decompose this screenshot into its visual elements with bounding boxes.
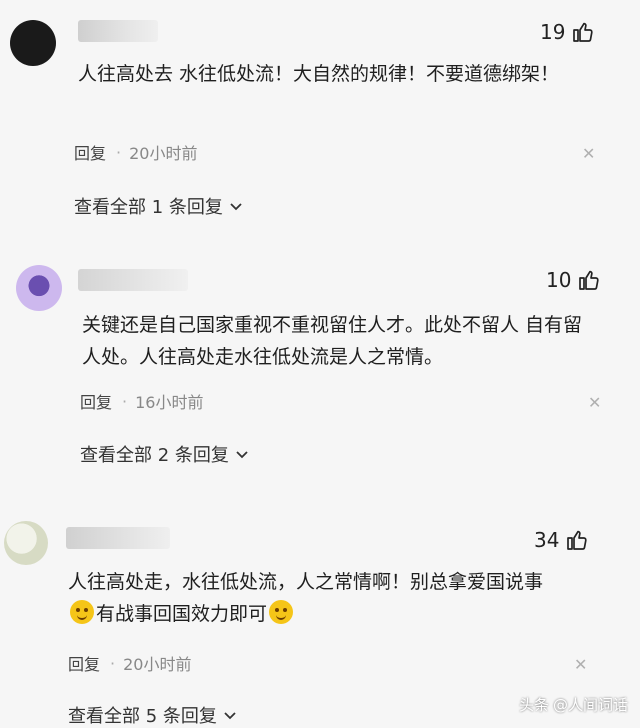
comment-text-line2: 有战事回国效力即可: [96, 603, 268, 625]
timestamp: 20小时前: [123, 655, 192, 674]
username-blurred[interactable]: [78, 20, 158, 42]
comment-meta: 回复 · 16小时前: [80, 389, 203, 413]
separator-dot: ·: [110, 653, 116, 673]
separator-dot: ·: [122, 391, 128, 411]
close-icon[interactable]: ✕: [582, 144, 595, 163]
view-all-replies-button[interactable]: 查看全部 2 条回复: [80, 441, 249, 467]
view-all-label: 查看全部 1 条回复: [74, 197, 223, 218]
chevron-down-icon: [224, 712, 236, 720]
comment-text: 关键还是自己国家重视不重视留住人才。此处不留人 自有留人处。人往高处走水往低处流…: [82, 314, 583, 368]
comment-item: 19 人往高处去 水往低处流！大自然的规律！不要道德绑架！ 回复 · 20小时前…: [0, 0, 640, 240]
watermark: 头条 @人间词话: [519, 694, 628, 715]
comment-meta: 回复 · 20小时前: [74, 140, 197, 164]
reply-button[interactable]: 回复: [80, 389, 112, 413]
comment-text-line: 人往高处走，水往低处流，人之常情啊！别总拿爱国说事: [68, 571, 544, 593]
timestamp: 16小时前: [135, 393, 204, 412]
comment-text-line-2: 有战事回国效力即可: [68, 598, 608, 630]
chevron-down-icon: [230, 203, 242, 211]
watermark-handle: @人间词话: [552, 696, 628, 714]
like-count: 10: [546, 268, 572, 292]
avatar[interactable]: [4, 521, 48, 565]
like-count: 19: [540, 20, 566, 44]
avatar[interactable]: [10, 20, 56, 66]
reply-button[interactable]: 回复: [74, 140, 106, 164]
thumbs-up-icon: [579, 270, 600, 290]
timestamp: 20小时前: [129, 144, 198, 163]
comment-text: 人往高处去 水往低处流！大自然的规律！不要道德绑架！: [78, 63, 560, 85]
like-button[interactable]: 10: [546, 268, 601, 292]
view-all-label: 查看全部 2 条回复: [80, 445, 229, 466]
view-all-replies-button[interactable]: 查看全部 1 条回复: [74, 193, 243, 219]
view-all-replies-button[interactable]: 查看全部 5 条回复: [68, 702, 237, 728]
comment-meta: 回复 · 20小时前: [68, 651, 191, 675]
avatar[interactable]: [16, 265, 62, 311]
separator-dot: ·: [116, 142, 122, 162]
smiley-emoji-icon: [70, 600, 94, 624]
thumbs-up-icon: [567, 530, 588, 550]
reply-button[interactable]: 回复: [68, 651, 100, 675]
close-icon[interactable]: ✕: [588, 393, 601, 412]
smiley-emoji-icon: [269, 600, 294, 624]
watermark-brand: 头条: [518, 696, 549, 714]
username-blurred[interactable]: [66, 527, 170, 549]
thumbs-up-icon: [573, 22, 594, 42]
like-button[interactable]: 34: [534, 528, 589, 552]
like-button[interactable]: 19: [540, 20, 595, 44]
username-blurred[interactable]: [78, 269, 188, 291]
comment-item: 10 关键还是自己国家重视不重视留住人才。此处不留人 自有留人处。人往高处走水往…: [0, 245, 640, 495]
chevron-down-icon: [236, 451, 248, 459]
view-all-label: 查看全部 5 条回复: [68, 706, 217, 727]
comment-text: 人往高处走，水往低处流，人之常情啊！别总拿爱国说事 有战事回国效力即可: [68, 566, 608, 630]
like-count: 34: [534, 528, 560, 552]
close-icon[interactable]: ✕: [574, 655, 587, 674]
